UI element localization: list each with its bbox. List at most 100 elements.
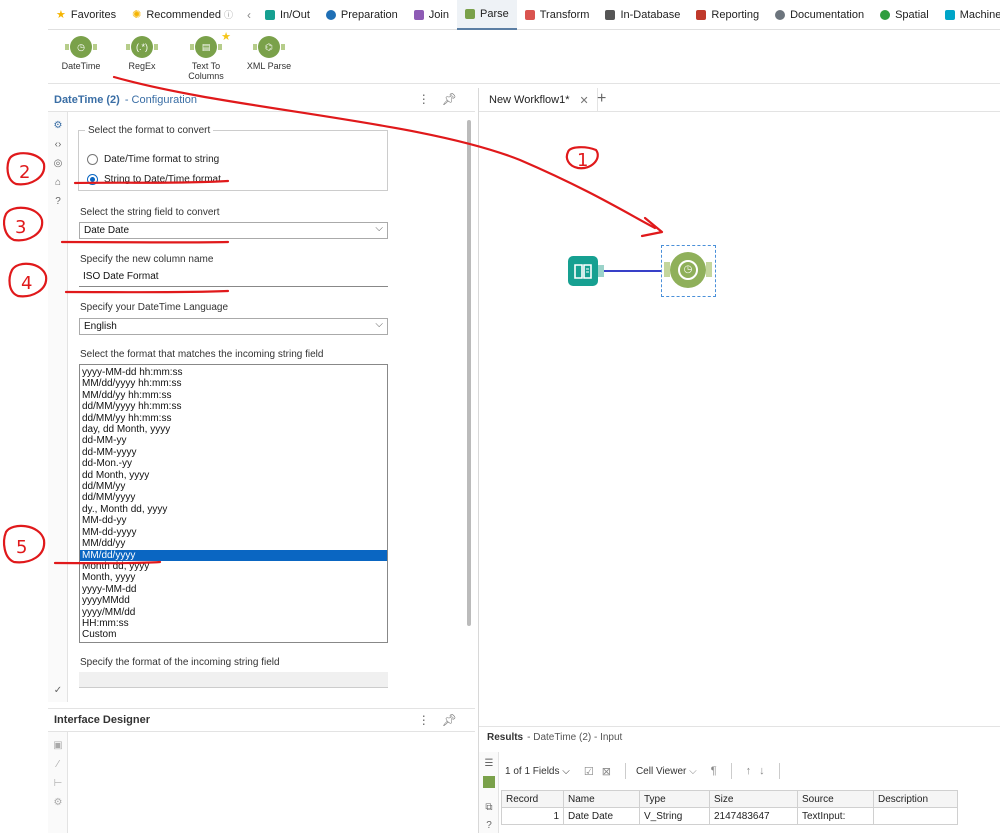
add-tab-icon[interactable]: + — [597, 90, 606, 108]
format-list-item[interactable]: MM/dd/yy hh:mm:ss — [80, 390, 387, 401]
col-type[interactable]: Type — [639, 790, 710, 808]
close-icon[interactable]: ✕ — [580, 94, 589, 107]
connection-wire[interactable] — [604, 270, 662, 272]
tree-icon[interactable]: ⊢ — [52, 778, 64, 790]
config-scrollbar[interactable] — [467, 120, 471, 626]
configuration-header: DateTime (2) - Configuration ⋮📌︎ — [48, 88, 475, 112]
gear-icon[interactable]: ⚙ — [52, 120, 64, 132]
cell-record[interactable]: 1 — [501, 807, 564, 825]
workflow-canvas[interactable]: ◷ — [479, 112, 1000, 719]
pilcrow-icon[interactable]: ¶ — [711, 765, 717, 777]
cell-name[interactable]: Date Date — [563, 807, 640, 825]
tab-parse[interactable]: Parse — [456, 0, 517, 30]
layout-icon[interactable]: ▣ — [52, 740, 64, 752]
format-list-item[interactable]: day, dd Month, yyyy — [80, 424, 387, 435]
radio-string-to-datetime[interactable]: String to Date/Time format — [87, 174, 221, 185]
check-circle-icon[interactable]: ✓ — [52, 685, 64, 697]
cell-type[interactable]: V_String — [639, 807, 710, 825]
chevron-left-icon[interactable]: ‹ — [241, 8, 257, 22]
format-list-item[interactable]: Month dd, yyyy — [80, 561, 387, 572]
tab-in-database[interactable]: In-Database — [597, 0, 688, 30]
help-icon[interactable]: ? — [52, 196, 64, 208]
gear-icon[interactable]: ⚙ — [52, 797, 64, 809]
tool-text-to-columns[interactable]: ▤ Text To Columns ★ — [171, 32, 241, 82]
col-size[interactable]: Size — [709, 790, 798, 808]
help-icon[interactable]: ? — [483, 820, 495, 832]
code-icon[interactable]: ‹› — [52, 139, 64, 151]
tag-icon[interactable]: ⌂ — [52, 177, 64, 189]
format-list-item[interactable]: dd-Mon.-yy — [80, 458, 387, 469]
pin-icon[interactable]: 📌︎ — [442, 713, 469, 727]
text-input-tool-icon[interactable] — [568, 256, 604, 286]
tab-documentation[interactable]: Documentation — [767, 0, 872, 30]
table-row[interactable]: 1 Date Date V_String 2147483647 TextInpu… — [501, 807, 958, 825]
tool-xml-parse[interactable]: ⌬ XML Parse — [234, 36, 304, 71]
tool-regex[interactable]: (.*) RegEx — [107, 36, 177, 71]
tag-icon[interactable]: ⧉ — [483, 802, 495, 814]
output-anchor[interactable] — [706, 262, 712, 277]
format-list-item[interactable]: dd/MM/yy hh:mm:ss — [80, 413, 387, 424]
cell-description[interactable] — [873, 807, 958, 825]
format-list-item[interactable]: yyyy-MM-dd — [80, 584, 387, 595]
tab-new-workflow[interactable]: New Workflow1* ✕ — [481, 88, 598, 112]
fields-dropdown[interactable]: 1 of 1 Fields ⌵ — [505, 766, 570, 777]
tab-recommended[interactable]: ✺ Recommended ⓘ — [124, 0, 241, 30]
format-list-item[interactable]: dd-MM-yy — [80, 435, 387, 446]
col-name[interactable]: Name — [563, 790, 640, 808]
tab-reporting[interactable]: Reporting — [688, 0, 767, 30]
arrow-down-icon[interactable]: ↓ — [759, 765, 765, 777]
format-list-item[interactable]: dy., Month dd, yyyy — [80, 504, 387, 515]
tab-favorites[interactable]: ★ Favorites — [48, 0, 124, 30]
radio-datetime-to-string[interactable]: Date/Time format to string — [87, 154, 219, 165]
more-options-icon[interactable]: ⋮ — [418, 713, 442, 727]
format-list-item[interactable]: dd/MM/yyyy — [80, 492, 387, 503]
more-options-icon[interactable]: ⋮ — [418, 92, 442, 106]
language-select[interactable]: English ⌵ — [79, 318, 388, 335]
radio-circle[interactable] — [87, 154, 98, 165]
tab-inout[interactable]: In/Out — [257, 0, 318, 30]
tab-join[interactable]: Join — [406, 0, 457, 30]
format-list-item[interactable]: dd-MM-yyyy — [80, 447, 387, 458]
radio-circle-selected[interactable] — [87, 174, 98, 185]
format-list-item[interactable]: dd/MM/yyyy hh:mm:ss — [80, 401, 387, 412]
format-list-item[interactable]: dd Month, yyyy — [80, 470, 387, 481]
checkbox-icon[interactable]: ☑ — [584, 765, 594, 778]
clear-icon[interactable]: ⊠ — [602, 765, 611, 778]
tab-preparation[interactable]: Preparation — [318, 0, 406, 30]
format-listbox[interactable]: yyyy-MM-dd hh:mm:ss MM/dd/yyyy hh:mm:ss MM… — [79, 364, 388, 643]
format-list-item[interactable]: yyyy/MM/dd — [80, 607, 387, 618]
tab-machine-learning[interactable]: Machine Learning — [937, 0, 1000, 30]
format-list-item[interactable]: MM/dd/yyyy hh:mm:ss — [80, 378, 387, 389]
wand-icon[interactable]: ⁄ — [52, 759, 64, 771]
cell-viewer-dropdown[interactable]: Cell Viewer ⌵ — [636, 766, 697, 777]
col-description[interactable]: Description — [873, 790, 958, 808]
arrow-up-icon[interactable]: ↑ — [746, 765, 752, 777]
custom-format-input[interactable] — [79, 672, 388, 688]
string-field-select[interactable]: Date Date ⌵ — [79, 222, 388, 239]
format-list-item[interactable]: yyyy-MM-dd hh:mm:ss — [80, 367, 387, 378]
tab-spatial[interactable]: Spatial — [872, 0, 937, 30]
format-list-item[interactable]: Month, yyyy — [80, 572, 387, 583]
tool-datetime[interactable]: ◷ DateTime — [46, 36, 116, 71]
target-icon[interactable]: ◎ — [52, 158, 64, 170]
col-source[interactable]: Source — [797, 790, 874, 808]
format-list-item[interactable]: Custom — [80, 629, 387, 640]
format-list-item[interactable]: MM-dd-yy — [80, 515, 387, 526]
format-list-item[interactable]: MM/dd/yy — [80, 538, 387, 549]
format-list-item[interactable]: yyyyMMdd — [80, 595, 387, 606]
tab-transform[interactable]: Transform — [517, 0, 598, 30]
format-list-item[interactable]: MM-dd-yyyy — [80, 527, 387, 538]
format-list-item[interactable]: HH:mm:ss — [80, 618, 387, 629]
cell-source[interactable]: TextInput: — [797, 807, 874, 825]
metadata-icon[interactable] — [483, 776, 495, 788]
format-list-item[interactable]: MM/dd/yyyy — [80, 549, 387, 561]
col-record[interactable]: Record — [501, 790, 564, 808]
format-list-item[interactable]: dd/MM/yy — [80, 481, 387, 492]
favorite-star-icon: ★ — [221, 31, 231, 43]
datetime-tool-icon[interactable]: ◷ — [670, 252, 706, 288]
list-icon[interactable]: ☰ — [483, 758, 495, 770]
pin-icon[interactable]: 📌︎ — [442, 92, 469, 106]
new-column-input[interactable]: ISO Date Format — [79, 268, 388, 287]
cell-size[interactable]: 2147483647 — [709, 807, 798, 825]
info-icon[interactable]: ⓘ — [224, 8, 233, 21]
